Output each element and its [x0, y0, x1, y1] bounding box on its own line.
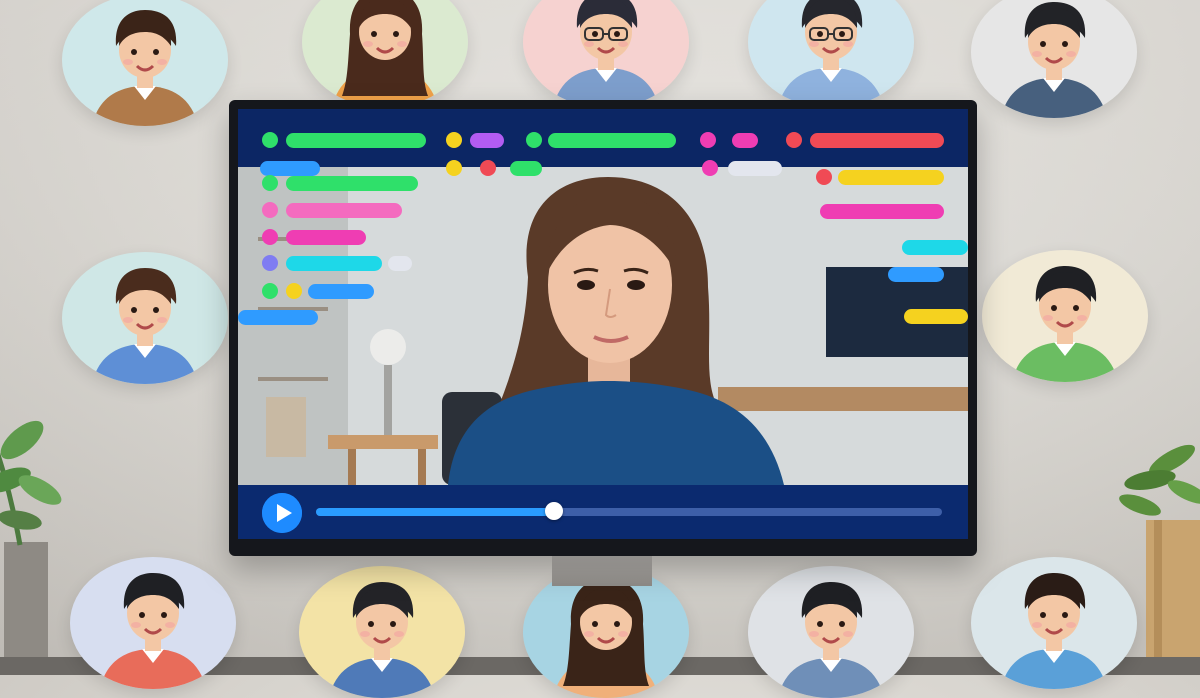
seek-bar-thumb[interactable] [544, 502, 563, 520]
play-icon [262, 493, 302, 533]
token-bar [286, 203, 402, 218]
avatar-man-green-shirt [982, 250, 1148, 382]
avatar-man-bottom-1 [70, 557, 236, 689]
token-bar [888, 267, 944, 282]
token-bar [286, 230, 366, 245]
token-bar [510, 161, 542, 176]
token-bar [238, 310, 318, 325]
token-bar [838, 170, 944, 185]
player-controls [238, 485, 968, 539]
token-bar [388, 256, 412, 271]
token-dot [262, 255, 278, 271]
token-dot [262, 132, 278, 148]
token-bar [810, 133, 944, 148]
potted-plant-left [0, 370, 70, 670]
token-bar [286, 256, 382, 271]
token-bar [470, 133, 504, 148]
monitor [229, 100, 977, 556]
video-player[interactable] [238, 109, 968, 539]
avatar-man-blue-shirt [62, 252, 228, 384]
token-bar [904, 309, 968, 324]
token-bar [286, 133, 426, 148]
token-bar [728, 161, 782, 176]
avatar-man-brown-jacket [62, 0, 228, 126]
token-bar [820, 204, 944, 219]
token-dot [262, 175, 278, 191]
token-dot [786, 132, 802, 148]
token-dot [816, 169, 832, 185]
token-dot [262, 283, 278, 299]
token-dot [526, 132, 542, 148]
token-dot [446, 160, 462, 176]
token-bar [260, 161, 320, 176]
token-dot [446, 132, 462, 148]
token-dot [262, 229, 278, 245]
avatar-man-bottom-4 [971, 557, 1137, 689]
token-bar [548, 133, 676, 148]
token-dot [262, 202, 278, 218]
avatar-man-bottom-3 [748, 566, 914, 698]
token-dot [286, 283, 302, 299]
seek-bar-progress [316, 508, 554, 516]
token-dot [702, 160, 718, 176]
avatar-man-bottom-2 [299, 566, 465, 698]
token-dot [700, 132, 716, 148]
token-bar [286, 176, 418, 191]
monitor-stand [552, 556, 652, 586]
token-bar [308, 284, 374, 299]
token-bar [902, 240, 968, 255]
token-dot [480, 160, 496, 176]
token-bar [732, 133, 758, 148]
play-button[interactable] [262, 493, 302, 533]
seek-bar[interactable] [316, 502, 942, 520]
